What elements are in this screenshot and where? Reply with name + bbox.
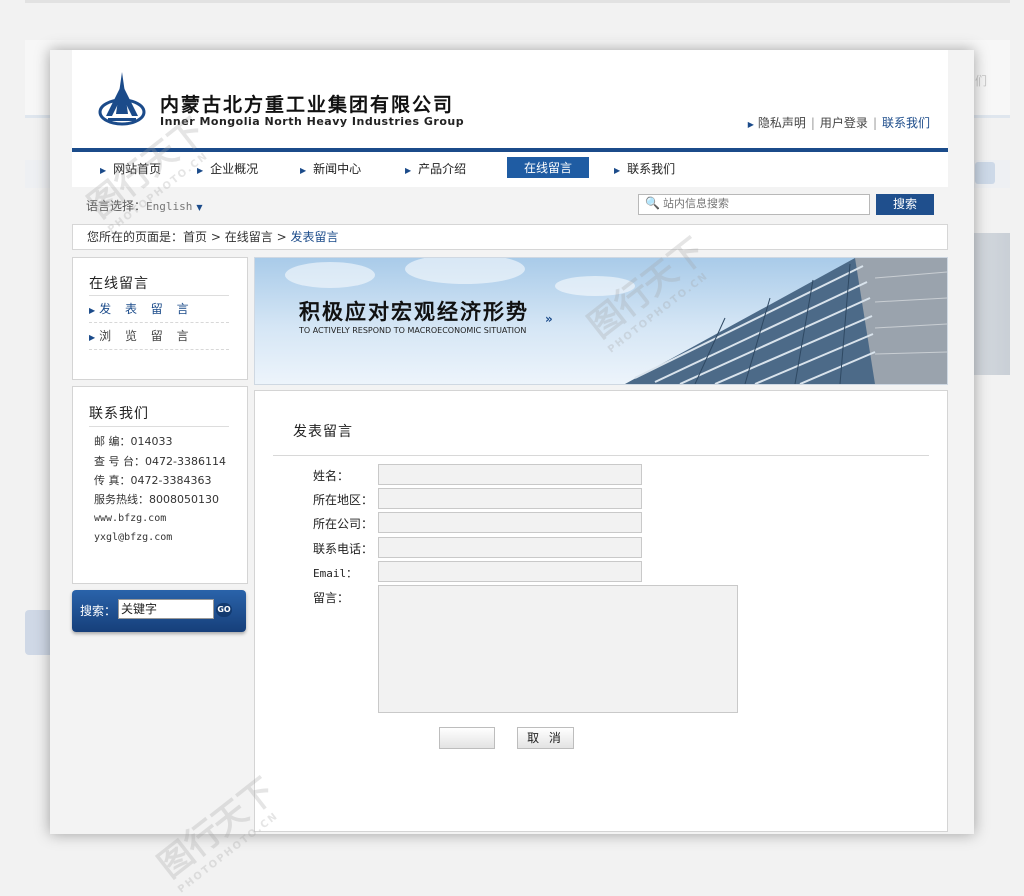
cloud-shape bbox=[405, 258, 525, 284]
bullet-icon: ▶ bbox=[614, 166, 621, 175]
bullet-icon: ▶ bbox=[197, 166, 204, 175]
nav-item-contact[interactable]: ▶ 联系我们 bbox=[614, 160, 675, 177]
sidebar-search-label: 搜索： bbox=[80, 604, 117, 618]
login-link[interactable]: 用户登录 bbox=[820, 116, 868, 130]
breadcrumb-section[interactable]: 在线留言 bbox=[225, 230, 273, 244]
language-value: English bbox=[146, 200, 193, 213]
nav-label: 联系我们 bbox=[627, 162, 676, 176]
privacy-link[interactable]: 隐私声明 bbox=[758, 116, 806, 130]
search-icon: 🔍 bbox=[645, 196, 660, 210]
top-links: ▶ 隐私声明 | 用户登录 | 联系我们 bbox=[748, 114, 930, 131]
company-label: 所在公司： bbox=[313, 517, 374, 531]
page-container: 内蒙古北方重工业集团有限公司 Inner Mongolia North Heav… bbox=[72, 50, 948, 834]
region-input[interactable] bbox=[378, 488, 642, 509]
nav-item-guestbook[interactable]: 在线留言 bbox=[507, 157, 590, 178]
breadcrumb-current: 发表留言 bbox=[290, 230, 339, 244]
sidebar-menu: 在线留言 ▶ 发 表 留 言 ▶ 浏 览 留 言 bbox=[72, 257, 248, 380]
hotline: 服务热线：8008050130 bbox=[94, 493, 219, 506]
sidebar-item-browse[interactable]: ▶ 浏 览 留 言 bbox=[89, 323, 229, 350]
postcode: 邮 编：014033 bbox=[94, 435, 173, 448]
arrow-right-icon: ▶ bbox=[747, 120, 754, 129]
breadcrumb: 您所在的页面是：首页 > 在线留言 > 发表留言 bbox=[72, 224, 948, 250]
nav-label: 在线留言 bbox=[524, 161, 573, 175]
cloud-shape bbox=[285, 262, 375, 288]
contact-link[interactable]: 联系我们 bbox=[882, 116, 930, 130]
form-title: 发表留言 bbox=[293, 424, 353, 440]
nav-label: 新闻中心 bbox=[313, 162, 362, 176]
company-logo-icon bbox=[98, 72, 146, 126]
region-label: 所在地区： bbox=[313, 493, 374, 507]
phone-input[interactable] bbox=[378, 537, 642, 558]
breadcrumb-separator: > bbox=[210, 230, 221, 244]
bullet-icon: ▶ bbox=[89, 306, 96, 315]
breadcrumb-separator: > bbox=[276, 230, 287, 244]
message-label: 留言： bbox=[313, 591, 350, 605]
sidebar-search: 搜索： 关键字 GO bbox=[72, 590, 246, 632]
utility-bar: 语言选择：English▼ 🔍 搜索 bbox=[72, 187, 948, 223]
banner-subtitle: TO ACTIVELY RESPOND TO MACROECONOMIC SIT… bbox=[299, 326, 527, 335]
nav-item-about[interactable]: ▶ 企业概况 bbox=[197, 160, 258, 177]
fax: 传 真：0472-3384363 bbox=[94, 474, 212, 487]
site-search-button[interactable]: 搜索 bbox=[876, 194, 934, 215]
go-button[interactable]: GO bbox=[216, 603, 232, 617]
nav-label: 产品介绍 bbox=[418, 162, 467, 176]
bullet-icon: ▶ bbox=[405, 166, 412, 175]
bullet-icon: ▶ bbox=[300, 166, 307, 175]
language-label: 语言选择： bbox=[86, 199, 147, 213]
email-input[interactable] bbox=[378, 561, 642, 582]
site-header: 内蒙古北方重工业集团有限公司 Inner Mongolia North Heav… bbox=[72, 50, 948, 148]
message-form-panel: 发表留言 姓名： 所在地区： 所在公司： 联系电话： Email： 留言： 取 … bbox=[254, 390, 948, 832]
background-button bbox=[975, 162, 995, 184]
background-link: 们 bbox=[975, 74, 988, 88]
divider: | bbox=[872, 116, 877, 130]
company-input[interactable] bbox=[378, 512, 642, 533]
company-name-en: Inner Mongolia North Heavy Industries Gr… bbox=[160, 115, 465, 128]
directory-phone: 查 号 台：0472-3386114 bbox=[94, 455, 226, 468]
nav-item-news[interactable]: ▶ 新闻中心 bbox=[300, 160, 361, 177]
building-image bbox=[625, 258, 947, 384]
nav-item-products[interactable]: ▶ 产品介绍 bbox=[405, 160, 466, 177]
divider bbox=[273, 455, 929, 456]
nav-item-home[interactable]: ▶ 网站首页 bbox=[100, 160, 161, 177]
sidebar-item-post[interactable]: ▶ 发 表 留 言 bbox=[89, 296, 229, 323]
banner: 积极应对宏观经济形势 » TO ACTIVELY RESPOND TO MACR… bbox=[254, 257, 948, 385]
language-selector[interactable]: 语言选择：English ▼ bbox=[86, 197, 203, 214]
sidebar-item-label: 浏 览 留 言 bbox=[99, 329, 194, 343]
chevron-right-icon: » bbox=[545, 312, 553, 326]
submit-button[interactable] bbox=[439, 727, 495, 749]
breadcrumb-prefix: 您所在的页面是： bbox=[87, 230, 184, 244]
sidebar-menu-title: 在线留言 bbox=[89, 276, 149, 292]
email-label: Email： bbox=[313, 567, 358, 580]
site-search-box: 🔍 bbox=[638, 194, 870, 215]
email-link[interactable]: yxgl@bfzg.com bbox=[94, 532, 172, 543]
breadcrumb-home[interactable]: 首页 bbox=[183, 230, 207, 244]
company-name-cn: 内蒙古北方重工业集团有限公司 bbox=[160, 94, 455, 116]
message-textarea[interactable] bbox=[378, 585, 738, 713]
contact-box: 联系我们 邮 编：014033 查 号 台：0472-3386114 传 真：0… bbox=[72, 386, 248, 584]
background-side-tab bbox=[25, 610, 50, 655]
cancel-button[interactable]: 取 消 bbox=[517, 727, 574, 749]
divider bbox=[89, 426, 229, 427]
nav-label: 网站首页 bbox=[113, 162, 162, 176]
website-link[interactable]: www.bfzg.com bbox=[94, 513, 166, 524]
sidebar-item-label: 发 表 留 言 bbox=[99, 302, 194, 316]
phone-label: 联系电话： bbox=[313, 542, 374, 556]
main-nav: ▶ 网站首页 ▶ 企业概况 ▶ 新闻中心 ▶ 产品介绍 在线留言 ▶ 联系我们 bbox=[72, 148, 948, 187]
sidebar-search-input[interactable]: 关键字 bbox=[118, 599, 214, 619]
bullet-icon: ▶ bbox=[100, 166, 107, 175]
dropdown-arrow-icon: ▼ bbox=[196, 203, 203, 212]
contact-title: 联系我们 bbox=[89, 406, 149, 422]
background-top-line bbox=[25, 0, 1010, 3]
browser-window: 内蒙古北方重工业集团有限公司 Inner Mongolia North Heav… bbox=[50, 50, 974, 834]
divider: | bbox=[810, 116, 815, 130]
site-search-input[interactable] bbox=[663, 196, 859, 212]
name-label: 姓名： bbox=[313, 469, 350, 483]
name-input[interactable] bbox=[378, 464, 642, 485]
nav-label: 企业概况 bbox=[210, 162, 259, 176]
bullet-icon: ▶ bbox=[89, 333, 96, 342]
banner-title: 积极应对宏观经济形势 bbox=[299, 300, 529, 324]
